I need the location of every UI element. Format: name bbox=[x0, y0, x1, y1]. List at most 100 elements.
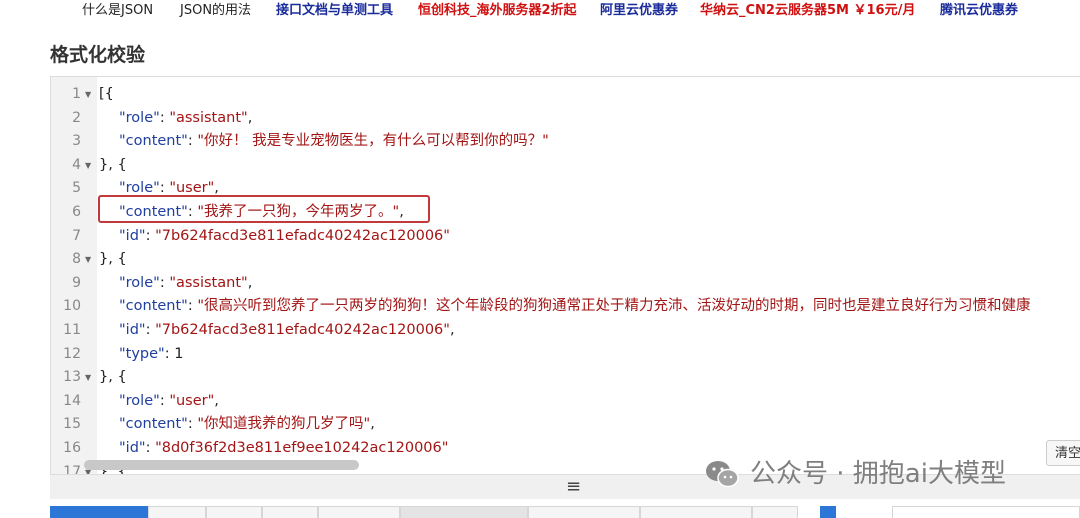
code-token: "content" bbox=[119, 298, 188, 315]
code-token: "很高兴听到您养了一只两岁的狗狗！这个年龄段的狗狗通常正处于精力充沛、活泼好动的… bbox=[197, 298, 1031, 315]
toolbar-button[interactable] bbox=[640, 506, 752, 518]
nav-link-huanayun[interactable]: 华纳云_CN2云服务器5M ￥16元/月 bbox=[700, 0, 915, 22]
code-line[interactable]: 12 "type": 1 bbox=[51, 343, 1080, 367]
code-content: "role": "assistant", bbox=[119, 107, 252, 131]
code-token: }, { bbox=[99, 156, 127, 173]
code-content: [{ bbox=[99, 83, 114, 107]
toolbar-button[interactable] bbox=[206, 506, 262, 518]
code-line[interactable]: 4 ▼ }, { bbox=[51, 154, 1080, 178]
nav-link-json-usage[interactable]: JSON的用法 bbox=[180, 0, 251, 22]
code-line[interactable]: 13 ▼}, { bbox=[51, 366, 1080, 390]
code-token: : bbox=[159, 274, 170, 291]
line-number: 5 bbox=[72, 180, 81, 197]
toolbar-button[interactable] bbox=[262, 506, 318, 518]
code-line[interactable]: 8 ▼ }, { bbox=[51, 248, 1080, 272]
code-token: , bbox=[247, 109, 253, 126]
code-token: : bbox=[187, 298, 198, 315]
code-content: }, { bbox=[99, 366, 127, 390]
code-token: : bbox=[187, 416, 198, 433]
toolbar-button[interactable] bbox=[752, 506, 798, 518]
toolbar-button-primary[interactable] bbox=[50, 506, 148, 518]
code-token: , bbox=[214, 180, 219, 197]
line-number: 11 bbox=[63, 321, 81, 338]
code-token: : bbox=[164, 345, 175, 362]
code-token: "content" bbox=[119, 133, 188, 150]
code-token: , bbox=[449, 321, 455, 338]
bottom-toolbar bbox=[0, 506, 1080, 518]
nav-link-hengchuang[interactable]: 恒创科技_海外服务器2折起 bbox=[418, 0, 577, 22]
code-token: "assistant" bbox=[169, 274, 248, 291]
line-number: 4 bbox=[72, 156, 81, 173]
code-line[interactable]: 10 "content": "很高兴听到您养了一只两岁的狗狗！这个年龄段的狗狗通常… bbox=[51, 295, 1080, 319]
code-token: "user" bbox=[169, 180, 215, 197]
code-token: "id" bbox=[119, 227, 146, 244]
toolbar-button[interactable] bbox=[148, 506, 206, 518]
code-token: "type" bbox=[119, 345, 165, 362]
code-token: : bbox=[159, 109, 170, 126]
code-line[interactable]: 14 "role": "user", bbox=[51, 390, 1080, 414]
clear-button[interactable]: 清空 bbox=[1046, 440, 1080, 466]
line-number: 15 bbox=[63, 416, 81, 433]
json-editor[interactable]: 1 ▼[{2 "role": "assistant", 3 "content": "你好… bbox=[50, 76, 1080, 475]
code-token: "8d0f36f2d3e811ef9ee10242ac120006" bbox=[155, 439, 449, 456]
code-line[interactable]: 2 "role": "assistant", bbox=[51, 107, 1080, 131]
toolbar-checkbox[interactable] bbox=[820, 506, 836, 518]
code-line[interactable]: 1 ▼ [{ bbox=[51, 83, 1080, 107]
code-token: "user" bbox=[169, 392, 215, 409]
toolbar-input[interactable] bbox=[892, 506, 1080, 518]
code-content: "role": "assistant", bbox=[119, 272, 252, 296]
code-line[interactable]: 7 "id": "7b624facd3e811efadc40242ac120006… bbox=[51, 225, 1080, 249]
line-number: 14 bbox=[63, 392, 81, 409]
code-token: [{ bbox=[99, 86, 114, 102]
code-token: : bbox=[145, 321, 156, 338]
code-token: 1 bbox=[174, 345, 184, 362]
code-lines[interactable]: 1 ▼[{2 "role": "assistant", 3 "content": "你好… bbox=[51, 83, 1080, 475]
toolbar-button[interactable] bbox=[528, 506, 640, 518]
line-number: 8 bbox=[72, 251, 81, 268]
code-token: : bbox=[159, 392, 170, 409]
code-token: "id" bbox=[119, 321, 146, 338]
nav-link-api-docs[interactable]: 接口文档与单测工具 bbox=[276, 0, 393, 22]
fold-arrow-icon[interactable]: ▼ bbox=[85, 366, 91, 390]
nav-link-tencent[interactable]: 腾讯云优惠券 bbox=[940, 0, 1018, 22]
code-line[interactable]: 9 "role": "assistant", bbox=[51, 272, 1080, 296]
code-line[interactable]: 11 "id": "7b624facd3e811efadc40242ac12000… bbox=[51, 319, 1080, 343]
horizontal-scrollbar[interactable] bbox=[84, 460, 359, 470]
line-number: 6 bbox=[72, 203, 81, 220]
code-content: "content": "你知道我养的狗几岁了吗", bbox=[119, 413, 375, 437]
line-number: 16 bbox=[63, 439, 81, 456]
resize-handle-icon[interactable]: ≡ bbox=[566, 476, 581, 497]
line-number: 3 bbox=[72, 133, 81, 150]
section-title: 格式化校验 bbox=[50, 44, 146, 66]
code-content: "role": "user", bbox=[119, 390, 219, 414]
code-token: , bbox=[370, 416, 375, 433]
code-content: "id": "7b624facd3e811efadc40242ac120006"… bbox=[119, 319, 455, 343]
toolbar-button[interactable] bbox=[400, 506, 528, 518]
code-token: : bbox=[159, 180, 170, 197]
code-line[interactable]: 3 "content": "你好！ 我是专业宠物医生，有什么可以帮到你的吗？" bbox=[51, 130, 1080, 154]
code-line[interactable]: 15 "content": "你知道我养的狗几岁了吗", bbox=[51, 413, 1080, 437]
line-number: 1 bbox=[72, 86, 81, 102]
code-content: }, { bbox=[99, 248, 127, 272]
fold-arrow-icon[interactable]: ▼ bbox=[85, 154, 91, 178]
nav-link-what-is-json[interactable]: 什么是JSON bbox=[82, 0, 153, 22]
code-token: "role" bbox=[119, 180, 160, 197]
code-token: , bbox=[214, 392, 219, 409]
line-number: 12 bbox=[63, 345, 81, 362]
fold-arrow-icon[interactable]: ▼ bbox=[85, 83, 91, 107]
toolbar-button[interactable] bbox=[318, 506, 400, 518]
fold-arrow-icon[interactable]: ▼ bbox=[85, 248, 91, 272]
line-number: 2 bbox=[72, 109, 81, 126]
code-token: "7b624facd3e811efadc40242ac120006" bbox=[155, 227, 450, 244]
code-token: "id" bbox=[119, 439, 146, 456]
code-content: "id": "8d0f36f2d3e811ef9ee10242ac120006" bbox=[119, 437, 448, 461]
code-token: : bbox=[145, 227, 156, 244]
line-number: 10 bbox=[63, 298, 81, 315]
highlight-annotation-box bbox=[98, 195, 430, 223]
wechat-logo-icon bbox=[706, 461, 739, 488]
nav-link-aliyun[interactable]: 阿里云优惠券 bbox=[600, 0, 678, 22]
code-token: "role" bbox=[119, 274, 160, 291]
code-content: "content": "你好！ 我是专业宠物医生，有什么可以帮到你的吗？" bbox=[119, 130, 549, 154]
code-token: : bbox=[145, 439, 156, 456]
code-content: "id": "7b624facd3e811efadc40242ac120006" bbox=[119, 225, 450, 249]
